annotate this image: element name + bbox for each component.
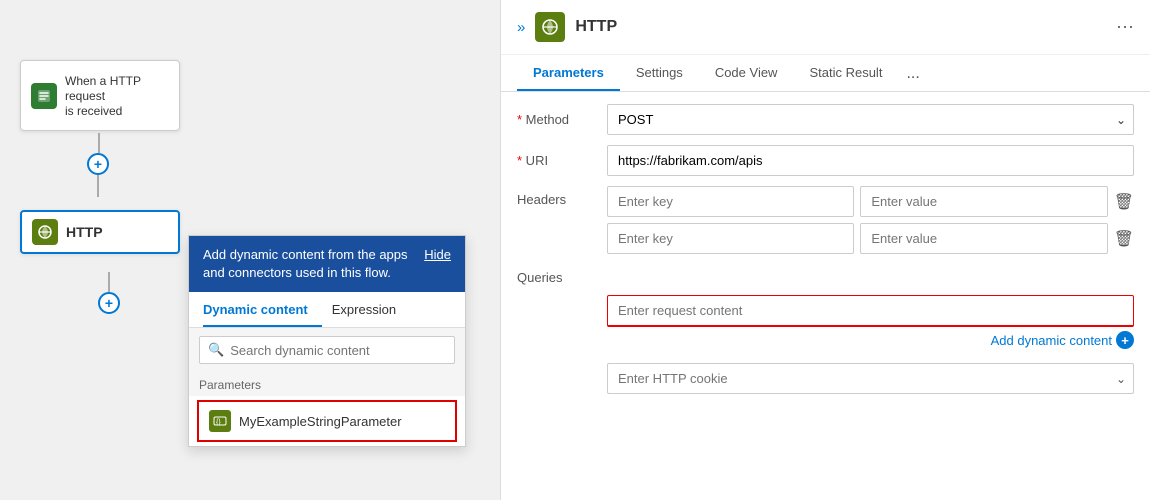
add-step-button-1[interactable]: + [87,153,109,197]
header-key-2[interactable] [607,223,854,254]
cookie-input-wrapper: ⌄ [607,363,1134,394]
connector-3: + [98,272,120,314]
uri-required: * [517,153,522,168]
http-node[interactable]: HTTP [20,210,180,254]
headers-row-group: Headers 🗑 🗑 [517,186,1134,260]
content-input[interactable] [607,295,1134,327]
cookie-row: ⌄ [517,363,1134,394]
panel-more-icon[interactable]: ⋯ [1116,17,1134,38]
uri-input-wrapper [607,145,1134,176]
cookie-input[interactable] [607,363,1134,394]
method-required: * [517,112,522,127]
headers-label: Headers [517,186,597,207]
parameter-icon: {} [209,410,231,432]
workflow-canvas: When a HTTP request is received + HTTP +… [0,0,500,500]
svg-text:{}: {} [216,419,221,426]
tab-more[interactable]: ... [898,55,927,91]
panel-body: * Method POST GET PUT DELETE PATCH ⌄ * U… [501,92,1150,500]
header-val-2[interactable] [860,223,1107,254]
uri-label: * URI [517,153,597,168]
hide-button[interactable]: Hide [424,246,451,264]
header-val-1[interactable] [860,186,1107,217]
delete-header-1-icon[interactable]: 🗑 [1114,192,1134,212]
panel-tabs: Parameters Settings Code View Static Res… [501,55,1150,92]
content-input-area: Add dynamic content + [607,295,1134,357]
uri-input[interactable] [607,145,1134,176]
popup-header-text: Add dynamic content from the apps and co… [203,246,414,282]
add-dynamic-link[interactable]: Add dynamic content [991,333,1112,348]
connector-1 [98,133,100,153]
headers-inputs: 🗑 🗑 [607,186,1134,260]
dynamic-content-popup: Add dynamic content from the apps and co… [188,235,466,447]
tab-code-view[interactable]: Code View [699,55,794,91]
method-row: * Method POST GET PUT DELETE PATCH ⌄ [517,104,1134,135]
panel-node-icon [535,12,565,42]
trigger-icon [31,83,57,109]
delete-header-2-icon[interactable]: 🗑 [1114,229,1134,249]
method-select[interactable]: POST GET PUT DELETE PATCH [607,104,1134,135]
method-select-wrapper: POST GET PUT DELETE PATCH ⌄ [607,104,1134,135]
plus-icon-2[interactable]: + [98,292,120,314]
content-row: Add dynamic content + [517,295,1134,357]
header-row-2: 🗑 [607,223,1134,254]
method-label: * Method [517,112,597,127]
add-dynamic-btn[interactable]: + [1116,331,1134,349]
dynamic-tabs: Dynamic content Expression [189,292,465,328]
trigger-label: When a HTTP request is received [65,74,141,118]
dynamic-item-label: MyExampleStringParameter [239,414,402,429]
search-area: 🔍 [189,328,465,372]
panel-title: HTTP [575,18,1106,36]
panel-header: » HTTP ⋯ [501,0,1150,55]
uri-row: * URI [517,145,1134,176]
trigger-node[interactable]: When a HTTP request is received [20,60,180,131]
right-panel: » HTTP ⋯ Parameters Settings Code View S… [500,0,1150,500]
queries-row: Queries [517,270,1134,285]
tab-expression[interactable]: Expression [332,292,410,327]
plus-icon-1[interactable]: + [87,153,109,175]
expand-icon[interactable]: » [517,19,525,36]
search-icon: 🔍 [208,342,224,358]
section-label: Parameters [189,372,465,396]
add-dynamic-row: Add dynamic content + [607,331,1134,349]
tab-settings[interactable]: Settings [620,55,699,91]
tab-dynamic-content[interactable]: Dynamic content [203,292,322,327]
header-row-1: 🗑 [607,186,1134,217]
dynamic-item-myexamplestringparameter[interactable]: {} MyExampleStringParameter [197,400,457,442]
search-box: 🔍 [199,336,455,364]
header-key-1[interactable] [607,186,854,217]
http-icon [32,219,58,245]
tab-parameters[interactable]: Parameters [517,55,620,91]
popup-header: Add dynamic content from the apps and co… [189,236,465,292]
queries-label: Queries [517,270,597,285]
http-node-label: HTTP [66,224,103,240]
search-input[interactable] [230,343,446,358]
tab-static-result[interactable]: Static Result [793,55,898,91]
